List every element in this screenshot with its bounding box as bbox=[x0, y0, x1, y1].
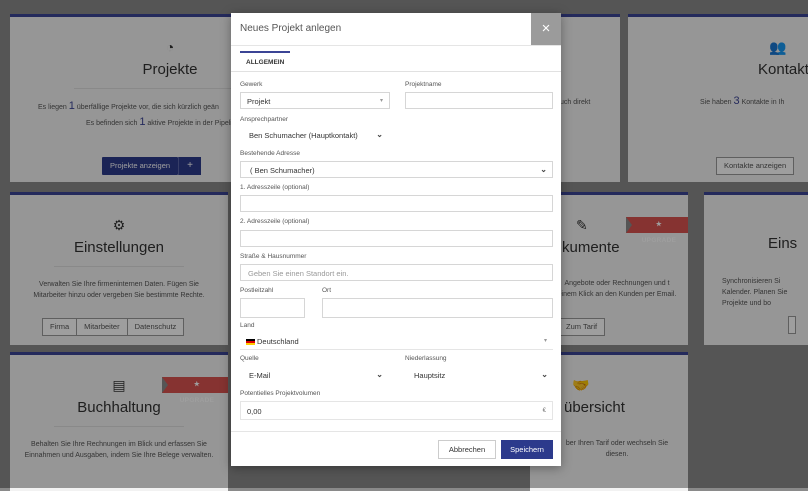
chevron-down-icon: ⌄ bbox=[540, 165, 547, 174]
currency-symbol: € bbox=[542, 408, 546, 414]
footer-divider bbox=[231, 431, 561, 432]
gewerk-value: Projekt bbox=[247, 97, 271, 106]
adresszeile1-input[interactable] bbox=[240, 195, 553, 212]
niederlassung-select[interactable]: Hauptsitz ⌄ bbox=[405, 367, 553, 384]
gewerk-select[interactable]: Projekt ▾ bbox=[240, 92, 390, 109]
ansprechpartner-label: Ansprechpartner bbox=[240, 116, 289, 123]
germany-flag-icon bbox=[246, 339, 255, 345]
tab-divider bbox=[231, 71, 561, 72]
niederlassung-label: Niederlassung bbox=[405, 355, 447, 362]
land-value: Deutschland bbox=[257, 337, 299, 346]
adresse-select[interactable]: ( Ben Schumacher) ⌄ bbox=[240, 161, 553, 178]
select-caret-icon: ▾ bbox=[379, 98, 383, 104]
ansprechpartner-select[interactable]: Ben Schumacher (Hauptkontakt) ⌄ bbox=[240, 127, 388, 144]
cancel-button[interactable]: Abbrechen bbox=[438, 440, 496, 459]
chevron-down-icon: ⌄ bbox=[541, 370, 548, 379]
chevron-down-icon: ⌄ bbox=[376, 130, 383, 139]
ansprechpartner-value: Ben Schumacher (Hauptkontakt) bbox=[249, 131, 358, 140]
plz-label: Postleitzahl bbox=[240, 287, 274, 294]
ort-label: Ort bbox=[322, 287, 332, 294]
niederlassung-value: Hauptsitz bbox=[414, 371, 446, 380]
land-label: Land bbox=[240, 322, 255, 329]
select-caret-icon: ▾ bbox=[543, 338, 547, 344]
new-project-modal: Neues Projekt anlegen × ALLGEMEIN Gewerk… bbox=[231, 13, 561, 466]
adresse-label: Bestehende Adresse bbox=[240, 150, 300, 157]
strasse-label: Straße & Hausnummer bbox=[240, 253, 307, 260]
modal-header: Neues Projekt anlegen × bbox=[231, 13, 561, 46]
modal-tabs: ALLGEMEIN bbox=[240, 51, 291, 73]
adresszeile1-label: 1. Adresszeile (optional) bbox=[240, 184, 310, 191]
strasse-placeholder: Geben Sie einen Standort ein. bbox=[248, 269, 349, 278]
quelle-label: Quelle bbox=[240, 355, 259, 362]
adresszeile2-label: 2. Adresszeile (optional) bbox=[240, 218, 310, 225]
quelle-select[interactable]: E-Mail ⌄ bbox=[240, 367, 388, 384]
chevron-down-icon: ⌄ bbox=[376, 370, 383, 379]
projektname-label: Projektname bbox=[405, 81, 442, 88]
quelle-value: E-Mail bbox=[249, 371, 271, 380]
projektname-input[interactable] bbox=[405, 92, 553, 109]
tab-allgemein[interactable]: ALLGEMEIN bbox=[240, 51, 291, 73]
volumen-input[interactable]: 0,00 € bbox=[240, 401, 553, 420]
land-select[interactable]: Deutschland ▾ bbox=[240, 333, 553, 350]
plz-input[interactable] bbox=[240, 298, 305, 318]
gewerk-label: Gewerk bbox=[240, 81, 263, 88]
volumen-value: 0,00 bbox=[247, 407, 262, 416]
adresszeile2-input[interactable] bbox=[240, 230, 553, 247]
close-icon[interactable]: × bbox=[531, 13, 561, 45]
ort-input[interactable] bbox=[322, 298, 553, 318]
volumen-label: Potentielles Projektvolumen bbox=[240, 390, 321, 397]
save-button[interactable]: Speichern bbox=[501, 440, 553, 459]
adresse-value: ( Ben Schumacher) bbox=[250, 166, 315, 175]
modal-title: Neues Projekt anlegen bbox=[240, 23, 342, 34]
strasse-input[interactable]: Geben Sie einen Standort ein. bbox=[240, 264, 553, 281]
